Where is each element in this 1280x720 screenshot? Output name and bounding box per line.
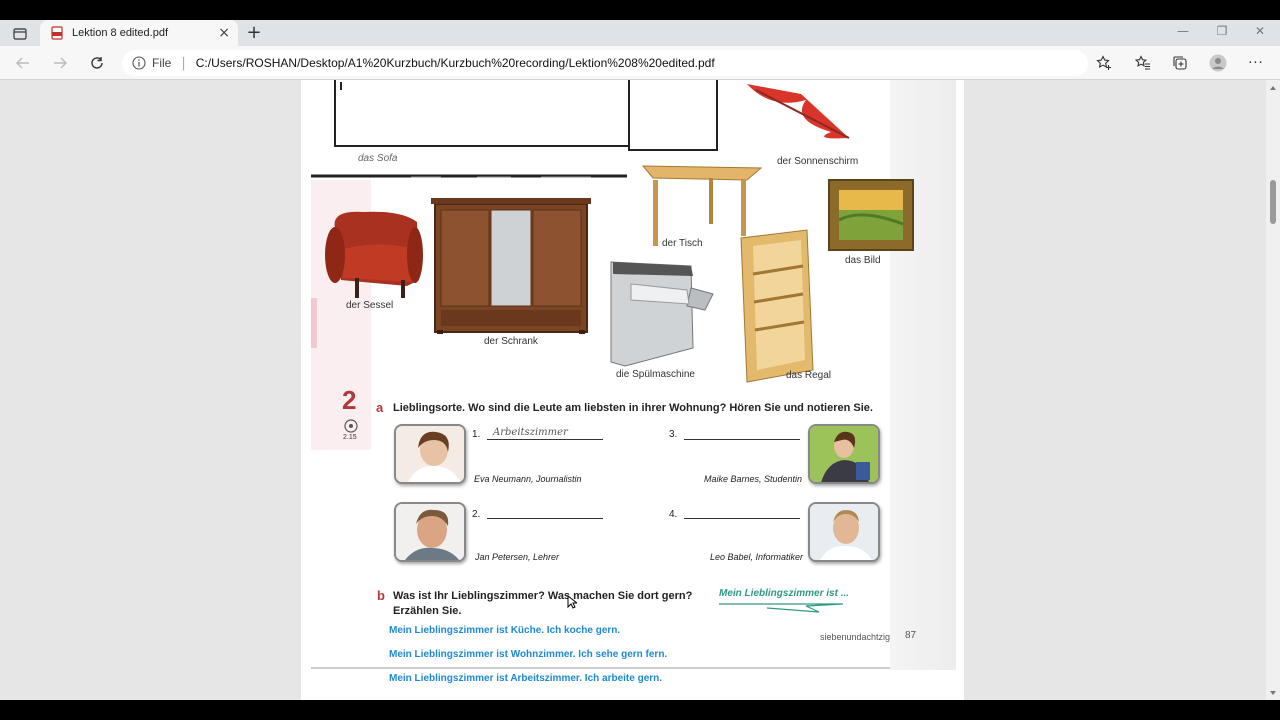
item-3-number: 3.	[669, 429, 678, 440]
item-3-caption: Maike Barnes, Studentin	[704, 474, 803, 484]
collections-button[interactable]	[1171, 54, 1189, 72]
scroll-down-icon[interactable]	[1269, 689, 1277, 697]
part-b-letter: b	[377, 588, 385, 603]
profile-button[interactable]	[1209, 54, 1227, 72]
pdf-file-icon	[51, 26, 63, 40]
avatar-icon	[1209, 54, 1227, 72]
photo-eva-neumann	[394, 424, 466, 484]
part-b-instruction-line2: Erzählen Sie.	[393, 605, 462, 617]
mouse-cursor-icon	[567, 595, 577, 609]
speech-bubble-outline	[719, 603, 844, 613]
tab-title: Lektion 8 edited.pdf	[72, 27, 169, 39]
label-schrank: der Schrank	[484, 336, 538, 347]
answer-line-1: Mein Lieblingszimmer ist Küche. Ich koch…	[389, 625, 621, 636]
photo-maike-barnes	[808, 424, 880, 484]
tab-actions-button[interactable]	[8, 24, 32, 44]
tab-strip: Lektion 8 edited.pdf × + — ❐ ✕	[0, 20, 1280, 46]
screen-top-border	[0, 0, 1280, 20]
photo-jan-petersen	[394, 502, 466, 562]
answer-line-2: Mein Lieblingszimmer ist Wohnzimmer. Ich…	[389, 649, 668, 660]
scrollbar-thumb[interactable]	[1270, 180, 1276, 224]
item-4-caption: Leo Babel, Informatiker	[710, 552, 804, 562]
label-spuelmaschine: die Spülmaschine	[616, 369, 695, 380]
label-regal: das Regal	[786, 370, 832, 381]
restore-button[interactable]: ❐	[1207, 24, 1237, 38]
page-number: 87	[905, 630, 917, 641]
tab-actions-icon	[13, 28, 27, 40]
item-4-blank-line	[684, 518, 800, 519]
star-plus-icon	[1096, 55, 1111, 70]
scroll-up-icon[interactable]	[1269, 84, 1277, 92]
wardrobe-illustration	[431, 198, 591, 334]
item-1-caption: Eva Neumann, Journalistin	[474, 474, 582, 484]
item-1-blank-line	[487, 439, 603, 440]
item-1-answer: Arbeitszimmer	[493, 427, 568, 438]
label-sonnenschirm: der Sonnenschirm	[777, 156, 859, 167]
photo-leo-babel	[808, 502, 880, 562]
part-a-instruction: Lieblingsorte. Wo sind die Leute am lieb…	[393, 402, 873, 414]
browser-window: Lektion 8 edited.pdf × + — ❐ ✕ File | C:…	[0, 20, 1280, 700]
tab-active-pdf[interactable]: Lektion 8 edited.pdf ×	[40, 20, 238, 46]
back-arrow-icon	[16, 57, 29, 69]
close-window-button[interactable]: ✕	[1245, 24, 1275, 38]
new-tab-button[interactable]: +	[244, 22, 264, 43]
dishwasher-illustration	[610, 261, 714, 367]
table-illustration	[641, 165, 763, 246]
label-sofa: das Sofa	[358, 153, 398, 164]
label-sessel: der Sessel	[346, 300, 394, 311]
tab-close-icon[interactable]: ×	[218, 25, 230, 41]
shelf-illustration	[740, 229, 814, 383]
browser-toolbar: File | C:/Users/ROSHAN/Desktop/A1%20Kurz…	[0, 46, 1280, 80]
forward-arrow-icon	[54, 57, 67, 69]
track-number: 2.15	[343, 434, 357, 441]
vertical-scrollbar[interactable]	[1266, 80, 1280, 700]
more-menu-button[interactable]: ···	[1247, 54, 1265, 72]
favorites-button[interactable]	[1134, 54, 1152, 72]
item-2-number: 2.	[472, 509, 481, 520]
refresh-button[interactable]	[86, 53, 108, 73]
item-1-number: 1.	[472, 429, 481, 440]
forward-button[interactable]	[49, 53, 71, 73]
info-icon[interactable]	[132, 56, 146, 70]
part-b-instruction-line1: Was ist Ihr Lieblingszimmer? Was machen …	[393, 590, 693, 602]
umbrella-illustration	[747, 84, 850, 139]
screen-bottom-border	[0, 700, 1280, 720]
label-tisch: der Tisch	[662, 238, 703, 249]
page-number-words: siebenundachtzig	[820, 632, 891, 642]
collections-icon	[1173, 56, 1187, 70]
label-bild: das Bild	[845, 255, 881, 266]
back-button[interactable]	[12, 53, 34, 73]
picture-frame-illustration	[828, 179, 914, 251]
url-text[interactable]: C:/Users/ROSHAN/Desktop/A1%20Kurzbuch/Ku…	[196, 56, 715, 70]
favorites-icon	[1135, 55, 1150, 70]
speech-bubble-text: Mein Lieblingszimmer ist ...	[719, 588, 850, 599]
add-favorite-button[interactable]	[1095, 54, 1113, 72]
refresh-icon	[91, 57, 103, 69]
item-4-number: 4.	[669, 509, 678, 520]
pdf-viewer: das Sofa der Sonnenschirm der Sessel der…	[0, 80, 1280, 700]
answer-line-3: Mein Lieblingszimmer ist Arbeitszimmer. …	[389, 673, 663, 684]
exercise-number: 2	[342, 385, 357, 415]
item-2-blank-line	[487, 518, 603, 519]
address-separator: |	[181, 55, 186, 71]
pdf-page: das Sofa der Sonnenschirm der Sessel der…	[301, 80, 964, 700]
item-3-blank-line	[684, 439, 800, 440]
address-bar[interactable]: File | C:/Users/ROSHAN/Desktop/A1%20Kurz…	[122, 50, 1088, 76]
minimize-button[interactable]: —	[1168, 24, 1198, 38]
part-a-letter: a	[376, 400, 384, 415]
scheme-label: File	[152, 56, 172, 70]
item-2-caption: Jan Petersen, Lehrer	[475, 552, 560, 562]
